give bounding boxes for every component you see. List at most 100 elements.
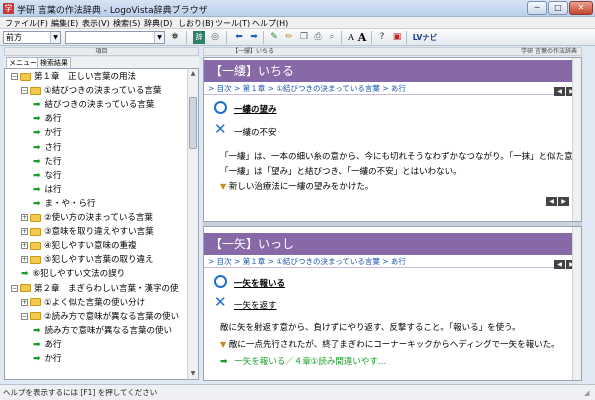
menu-help[interactable]: ヘルプ(H) bbox=[252, 18, 288, 29]
print-icon[interactable]: ⎙ bbox=[312, 31, 324, 44]
tree-folder-node[interactable]: + ①よく似た言葉の使い分け bbox=[21, 296, 145, 310]
menu-dictionary[interactable]: 辞典(D) bbox=[144, 18, 172, 29]
status-bar: ヘルプを表示するには [F1] を押してください ◢ bbox=[0, 384, 595, 400]
menu-edit[interactable]: 編集(E) bbox=[51, 18, 78, 29]
entry-scrollbar[interactable] bbox=[572, 58, 581, 221]
right-pane-header: 【一縷】いちる 学研 言葉の作法辞典 bbox=[203, 47, 582, 56]
tree-folder-node[interactable]: − ①結びつきの決まっている言葉 bbox=[21, 84, 161, 98]
correct-usage[interactable]: 一矢を報いる bbox=[234, 277, 285, 289]
tree-folder-node[interactable]: − ②読み方で意味が異なる言葉の使い bbox=[21, 310, 179, 324]
back-arrow-icon[interactable]: ⬅ bbox=[233, 31, 245, 44]
toolbar-separator bbox=[341, 31, 342, 44]
tree-link-node[interactable]: ➡ 読み方で意味が異なる言葉の使い bbox=[33, 324, 172, 338]
collapse-icon[interactable]: − bbox=[11, 284, 18, 292]
tab-menu[interactable]: メニュー bbox=[6, 57, 40, 68]
tree-link-node[interactable]: ➡ ⑥犯しやすい文法の誤り bbox=[21, 267, 125, 281]
tree-folder-node[interactable]: − 第１章 正しい言葉の用法 bbox=[11, 70, 136, 84]
folder-icon bbox=[30, 298, 41, 307]
tree-node-label: は行 bbox=[44, 184, 62, 195]
cross-reference-link[interactable]: ➡ 一矢を報いる／４章①読み間違いやす… bbox=[220, 355, 386, 367]
tree-link-node[interactable]: ➡ さ行 bbox=[33, 141, 62, 155]
next-entry-icon[interactable]: ▶ bbox=[558, 197, 569, 206]
lock-icon[interactable]: ▣ bbox=[391, 31, 403, 44]
zoom-icon[interactable]: ⌕ bbox=[326, 31, 338, 44]
copy-icon[interactable]: ❐ bbox=[298, 31, 310, 44]
tree-link-node[interactable]: ➡ あ行 bbox=[33, 112, 62, 126]
tree-node-label: ⑥犯しやすい文法の誤り bbox=[32, 269, 126, 280]
menu-bookmark[interactable]: しおり(B) bbox=[178, 18, 214, 29]
help-cursor-icon[interactable]: ? bbox=[376, 31, 388, 44]
collapse-icon[interactable]: − bbox=[11, 73, 18, 80]
resize-grip-icon[interactable]: ◢ bbox=[584, 389, 593, 398]
close-button[interactable]: ✕ bbox=[569, 1, 593, 15]
collapse-icon[interactable]: − bbox=[21, 87, 28, 95]
pencil-icon[interactable]: ✏ bbox=[283, 31, 295, 44]
folder-icon bbox=[30, 227, 41, 236]
globe-icon[interactable]: ◎ bbox=[209, 31, 221, 44]
green-arrow-icon: ➡ bbox=[33, 184, 41, 195]
entry-scrollbar[interactable] bbox=[572, 227, 581, 380]
scrollbar-thumb[interactable] bbox=[189, 97, 197, 149]
menu-view[interactable]: 表示(V) bbox=[82, 18, 110, 29]
maximize-button[interactable]: □ bbox=[548, 1, 568, 15]
prev-entry-icon[interactable]: ◀ bbox=[554, 87, 565, 96]
collapse-icon[interactable]: − bbox=[21, 312, 28, 320]
binoculars-icon[interactable]: ⛯ bbox=[169, 31, 181, 44]
tree-folder-node[interactable]: + ③意味を取り違えやすい言葉 bbox=[21, 225, 154, 239]
tree-node-label: 第２章 まぎらわしい言葉・漢字の使 bbox=[34, 283, 179, 294]
correct-circle-icon bbox=[214, 275, 227, 288]
prev-entry-icon[interactable]: ◀ bbox=[554, 260, 565, 269]
expand-icon[interactable]: + bbox=[21, 214, 28, 221]
expand-icon[interactable]: + bbox=[21, 242, 28, 250]
expand-icon[interactable]: + bbox=[21, 256, 28, 264]
tree-node-label: か行 bbox=[44, 128, 62, 139]
logovista-navi-button[interactable]: LVナビ bbox=[411, 31, 439, 44]
chevron-down-icon[interactable]: ▼ bbox=[50, 32, 60, 43]
forward-arrow-icon[interactable]: ➡ bbox=[248, 31, 260, 44]
scroll-up-icon[interactable]: ▲ bbox=[188, 69, 198, 79]
tree-node-label: ④犯しやすい意味の重複 bbox=[44, 241, 137, 252]
tab-search-results[interactable]: 検索結果 bbox=[37, 57, 71, 68]
tree-folder-node[interactable]: + ②使い方の決まっている言葉 bbox=[21, 211, 153, 225]
dictionary-icon[interactable]: 辞 bbox=[193, 31, 205, 44]
menu-file[interactable]: ファイル(F) bbox=[5, 18, 48, 29]
expand-icon[interactable]: + bbox=[21, 298, 28, 306]
tree-folder-node[interactable]: + ⑤犯しやすい言葉の取り違え bbox=[21, 253, 154, 267]
prev-entry-icon[interactable]: ◀ bbox=[546, 197, 557, 206]
green-arrow-icon: ➡ bbox=[33, 128, 41, 139]
green-arrow-icon: ➡ bbox=[220, 357, 228, 367]
tree-link-node[interactable]: ➡ た行 bbox=[33, 155, 62, 169]
title-bar: 学 学研 言葉の作法辞典 - LogoVista辞典ブラウザ ─ □ ✕ bbox=[0, 0, 595, 17]
wrong-cross-icon: ✕ bbox=[214, 120, 227, 138]
tree-link-node[interactable]: ➡ か行 bbox=[33, 352, 62, 366]
correct-usage[interactable]: 一縷の望み bbox=[234, 103, 277, 115]
font-larger-icon[interactable]: A bbox=[356, 31, 368, 44]
menu-tools[interactable]: ツール(T) bbox=[215, 18, 250, 29]
tree-link-node[interactable]: ➡ か行 bbox=[33, 126, 62, 140]
menu-search[interactable]: 検索(S) bbox=[113, 18, 140, 29]
tree-node-label: ①結びつきの決まっている言葉 bbox=[44, 86, 162, 97]
wrong-usage: 一矢を返す bbox=[234, 301, 277, 311]
tree-scrollbar[interactable]: ▲ ▼ bbox=[187, 69, 198, 379]
tree-link-node[interactable]: ➡ な行 bbox=[33, 169, 62, 183]
tree-node-label: 読み方で意味が異なる言葉の使い bbox=[44, 325, 173, 336]
toolbar-separator bbox=[371, 31, 372, 44]
minimize-button[interactable]: ─ bbox=[527, 1, 547, 15]
expand-icon[interactable]: + bbox=[21, 228, 28, 236]
search-input[interactable]: ▼ bbox=[65, 31, 165, 44]
tree-folder-node[interactable]: + ④犯しやすい意味の重複 bbox=[21, 239, 137, 253]
font-smaller-icon[interactable]: A bbox=[346, 31, 356, 44]
green-arrow-icon: ➡ bbox=[33, 100, 41, 111]
tree-link-node[interactable]: ➡ あ行 bbox=[33, 338, 62, 352]
search-mode-select[interactable]: 前方 ▼ bbox=[3, 31, 61, 44]
triangle-down-icon: ▼ bbox=[220, 340, 227, 349]
marker-icon[interactable]: ✎ bbox=[268, 31, 280, 44]
chevron-down-icon[interactable]: ▼ bbox=[154, 32, 164, 43]
tree-link-node[interactable]: ➡ 結びつきの決まっている言葉 bbox=[33, 98, 154, 112]
tree-folder-node[interactable]: − 第２章 まぎらわしい言葉・漢字の使 bbox=[11, 282, 179, 296]
scroll-down-icon[interactable]: ▼ bbox=[188, 369, 198, 379]
tree-link-node[interactable]: ➡ ま・や・ら行 bbox=[33, 197, 96, 211]
folder-icon bbox=[30, 255, 41, 264]
tree-link-node[interactable]: ➡ は行 bbox=[33, 183, 62, 197]
example-sentence: ▼ 敵に一点先行されたが、終了まぎわにコーナーキックからヘディングで一矢を報いた… bbox=[220, 340, 560, 350]
